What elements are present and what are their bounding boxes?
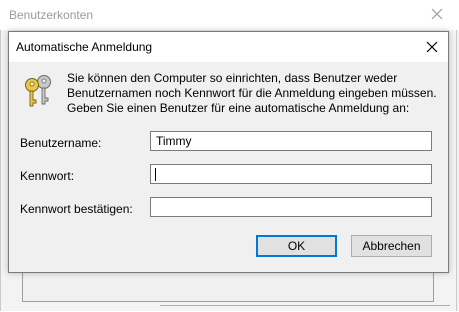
message-line: Benutzernamen noch Kennwort für die Anme…: [67, 86, 437, 100]
dialog-title: Automatische Anmeldung: [16, 40, 153, 54]
close-icon[interactable]: [420, 35, 444, 59]
ok-button[interactable]: OK: [256, 235, 337, 257]
keys-icon: [25, 75, 51, 107]
confirm-password-label: Kennwort bestätigen:: [20, 202, 133, 216]
dialog-titlebar: Automatische Anmeldung: [9, 32, 448, 62]
password-field[interactable]: [150, 164, 432, 184]
password-label: Kennwort:: [20, 169, 75, 183]
dialog-message: Sie können den Computer so einrichten, d…: [67, 71, 442, 116]
window-border: [456, 30, 457, 311]
confirm-password-field[interactable]: [150, 197, 432, 217]
text-cursor: [155, 168, 156, 181]
cancel-button[interactable]: Abbrechen: [351, 235, 432, 257]
close-icon[interactable]: [424, 1, 450, 27]
background-window-titlebar: Benutzerkonten: [0, 0, 459, 30]
background-window-title: Benutzerkonten: [9, 8, 94, 22]
username-label: Benutzername:: [20, 136, 102, 150]
auto-logon-dialog: Automatische Anmeldung Sie können den Co…: [8, 31, 449, 273]
window-border: [0, 30, 1, 311]
message-line: Sie können den Computer so einrichten, d…: [67, 71, 398, 85]
message-line: Geben Sie einen Benutzer für eine automa…: [67, 101, 410, 115]
username-field[interactable]: Timmy: [150, 131, 432, 151]
